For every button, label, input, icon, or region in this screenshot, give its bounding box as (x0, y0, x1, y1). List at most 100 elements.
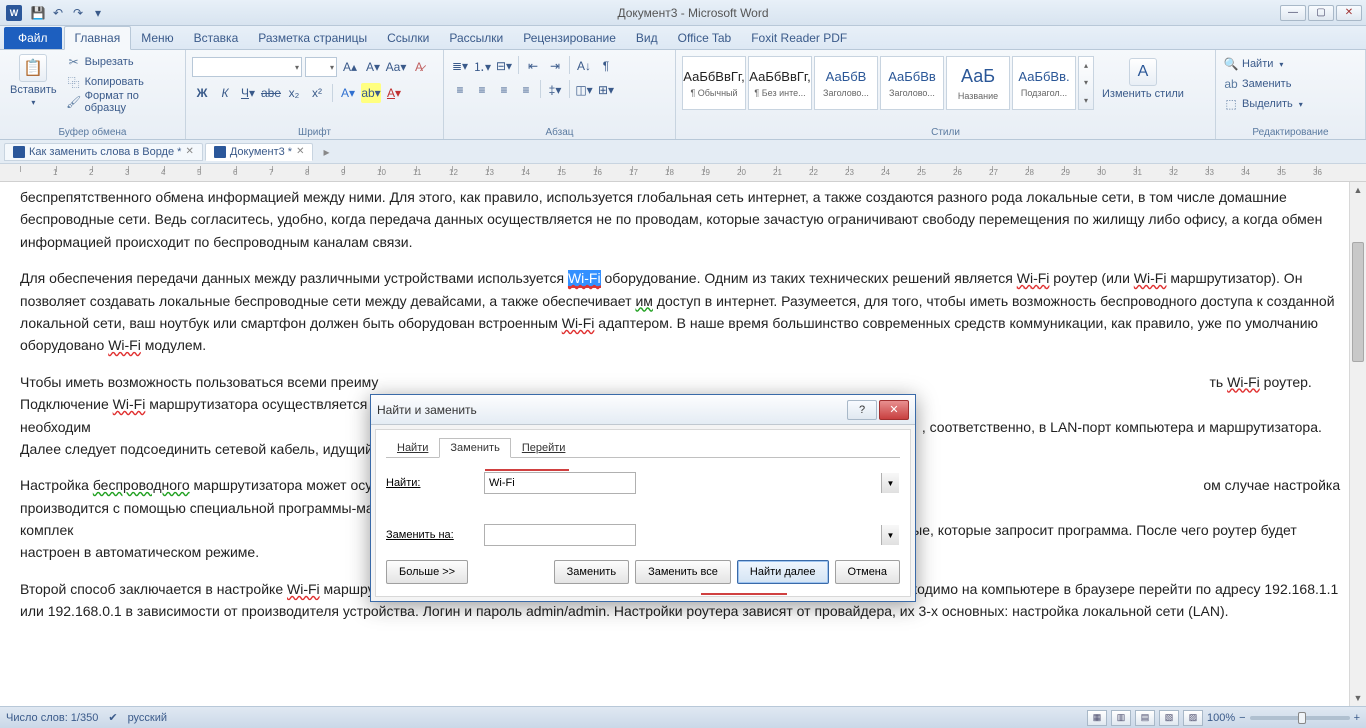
dialog-close-button[interactable]: ✕ (879, 400, 909, 420)
zoom-in-icon[interactable]: + (1354, 712, 1360, 724)
paragraph[interactable]: Для обеспечения передачи данных между ра… (20, 267, 1346, 357)
maximize-button[interactable]: ▢ (1308, 5, 1334, 21)
spellcheck-icon[interactable]: ✔ (108, 711, 117, 724)
ruler[interactable]: 1234567891011121314151617181920212223242… (0, 164, 1366, 182)
tab-foxit[interactable]: Foxit Reader PDF (741, 27, 857, 49)
show-marks-icon[interactable]: ¶ (596, 56, 616, 76)
style-gallery[interactable]: АаБбВвГг,¶ Обычный АаБбВвГг,¶ Без инте..… (682, 56, 1094, 110)
sort-icon[interactable]: A↓ (574, 56, 594, 76)
align-center-icon[interactable]: ≡ (472, 80, 492, 100)
tab-review[interactable]: Рецензирование (513, 27, 626, 49)
decrease-indent-icon[interactable]: ⇤ (523, 56, 543, 76)
word-count[interactable]: Число слов: 1/350 (6, 712, 98, 724)
style-no-spacing[interactable]: АаБбВвГг,¶ Без инте... (748, 56, 812, 110)
close-button[interactable]: ✕ (1336, 5, 1362, 21)
font-color-icon[interactable]: A▾ (384, 83, 404, 103)
dialog-tab-goto[interactable]: Перейти (511, 438, 577, 458)
underline-icon[interactable]: Ч▾ (238, 83, 258, 103)
scroll-up-icon[interactable]: ▲ (1350, 182, 1366, 198)
justify-icon[interactable]: ≡ (516, 80, 536, 100)
scroll-down-icon[interactable]: ▼ (1350, 690, 1366, 706)
increase-indent-icon[interactable]: ⇥ (545, 56, 565, 76)
borders-icon[interactable]: ⊞▾ (596, 80, 616, 100)
style-title[interactable]: АаБНазвание (946, 56, 1010, 110)
shrink-font-icon[interactable]: A▾ (363, 57, 383, 77)
tab-view[interactable]: Вид (626, 27, 668, 49)
style-subtitle[interactable]: АаБбВв.Подзагол... (1012, 56, 1076, 110)
style-heading1[interactable]: АаБбВЗаголово... (814, 56, 878, 110)
view-reading-icon[interactable]: ▥ (1111, 710, 1131, 726)
replace-input[interactable] (484, 524, 636, 546)
dialog-tab-replace[interactable]: Заменить (439, 438, 510, 458)
redo-icon[interactable]: ↷ (70, 5, 86, 21)
text-effects-icon[interactable]: A▾ (338, 83, 358, 103)
close-tab-icon[interactable]: ✕ (185, 146, 193, 157)
tab-menu[interactable]: Меню (131, 27, 183, 49)
change-case-icon[interactable]: Aa▾ (386, 57, 406, 77)
tab-home[interactable]: Главная (64, 26, 132, 50)
dialog-tab-find[interactable]: Найти (386, 438, 439, 458)
find-next-button[interactable]: Найти далее (737, 560, 829, 584)
line-spacing-icon[interactable]: ‡▾ (545, 80, 565, 100)
find-button[interactable]: 🔍Найти▾ (1222, 54, 1305, 74)
font-name-combo[interactable] (192, 57, 302, 77)
format-painter-button[interactable]: 🖌Формат по образцу (65, 92, 179, 112)
language-status[interactable]: русский (128, 712, 167, 724)
align-left-icon[interactable]: ≡ (450, 80, 470, 100)
file-tab[interactable]: Файл (4, 27, 62, 49)
tab-office-tab[interactable]: Office Tab (668, 27, 742, 49)
paste-button[interactable]: 📋 Вставить ▾ (6, 52, 61, 109)
change-styles-button[interactable]: A Изменить стили (1098, 56, 1188, 102)
cancel-button[interactable]: Отмена (835, 560, 900, 584)
grow-font-icon[interactable]: A▴ (340, 57, 360, 77)
superscript-icon[interactable]: x² (307, 83, 327, 103)
new-tab-button[interactable]: ▸ (315, 145, 337, 159)
doctab-1[interactable]: Как заменить слова в Ворде *✕ (4, 143, 203, 161)
close-tab-icon[interactable]: ✕ (296, 146, 304, 157)
replace-button[interactable]: abЗаменить (1222, 74, 1305, 94)
bold-icon[interactable]: Ж (192, 83, 212, 103)
paragraph[interactable]: беспрепятственного обмена информацией ме… (20, 186, 1346, 253)
scroll-thumb[interactable] (1352, 242, 1364, 362)
zoom-handle[interactable] (1298, 712, 1306, 724)
cut-button[interactable]: ✂Вырезать (65, 52, 179, 72)
replace-all-button[interactable]: Заменить все (635, 560, 731, 584)
view-draft-icon[interactable]: ▨ (1183, 710, 1203, 726)
style-normal[interactable]: АаБбВвГг,¶ Обычный (682, 56, 746, 110)
zoom-slider[interactable] (1250, 716, 1350, 720)
multilevel-icon[interactable]: ⊟▾ (494, 56, 514, 76)
align-right-icon[interactable]: ≡ (494, 80, 514, 100)
italic-icon[interactable]: К (215, 83, 235, 103)
tab-references[interactable]: Ссылки (377, 27, 439, 49)
subscript-icon[interactable]: x₂ (284, 83, 304, 103)
undo-icon[interactable]: ↶ (50, 5, 66, 21)
zoom-out-icon[interactable]: − (1239, 712, 1245, 724)
replace-action-button[interactable]: Заменить (554, 560, 629, 584)
tab-page-layout[interactable]: Разметка страницы (248, 27, 377, 49)
doctab-2[interactable]: Документ3 *✕ (205, 143, 314, 161)
find-input[interactable] (484, 472, 636, 494)
zoom-level[interactable]: 100% (1207, 712, 1235, 724)
view-print-layout-icon[interactable]: ▦ (1087, 710, 1107, 726)
qat-more-icon[interactable]: ▾ (90, 5, 106, 21)
replace-dropdown-icon[interactable]: ▼ (881, 525, 899, 545)
vertical-scrollbar[interactable]: ▲ ▼ (1349, 182, 1366, 706)
numbering-icon[interactable]: ⒈▾ (472, 56, 492, 76)
dialog-help-button[interactable]: ? (847, 400, 877, 420)
dialog-titlebar[interactable]: Найти и заменить ? ✕ (371, 395, 915, 425)
style-heading2[interactable]: АаБбВвЗаголово... (880, 56, 944, 110)
minimize-button[interactable]: — (1280, 5, 1306, 21)
font-size-combo[interactable] (305, 57, 337, 77)
clear-format-icon[interactable]: A̷ (409, 57, 429, 77)
bullets-icon[interactable]: ≣▾ (450, 56, 470, 76)
find-dropdown-icon[interactable]: ▼ (881, 473, 899, 493)
select-button[interactable]: ⬚Выделить▾ (1222, 94, 1305, 114)
tab-mailings[interactable]: Рассылки (439, 27, 513, 49)
copy-button[interactable]: ⿻Копировать (65, 72, 179, 92)
more-button[interactable]: Больше >> (386, 560, 468, 584)
style-gallery-more[interactable]: ▴▾▾ (1078, 56, 1094, 110)
highlight-icon[interactable]: ab▾ (361, 83, 381, 103)
tab-insert[interactable]: Вставка (184, 27, 249, 49)
strike-icon[interactable]: abe (261, 83, 281, 103)
view-outline-icon[interactable]: ▧ (1159, 710, 1179, 726)
